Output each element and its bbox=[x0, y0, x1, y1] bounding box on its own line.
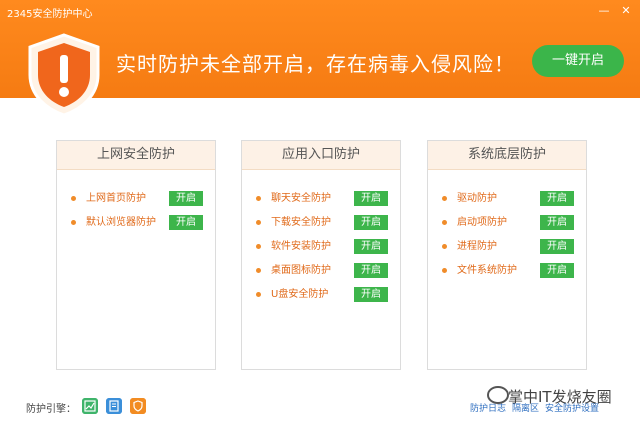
item-label: 桌面图标防护 bbox=[271, 265, 331, 276]
app-title: 2345安全防护中心 bbox=[7, 9, 93, 20]
risk-warning-text: 实时防护未全部开启，存在病毒入侵风险！ bbox=[116, 52, 515, 76]
bullet-dot bbox=[256, 292, 261, 297]
shield-icon[interactable] bbox=[130, 398, 146, 414]
enable-button[interactable]: 开启 bbox=[354, 215, 388, 230]
watermark-chat-icon bbox=[487, 386, 509, 404]
warning-shield-icon bbox=[28, 33, 100, 117]
list-item: 默认浏览器防护 开启 bbox=[57, 211, 215, 235]
item-label: 进程防护 bbox=[457, 241, 497, 252]
list-item: 桌面图标防护 开启 bbox=[242, 259, 400, 283]
item-label: 聊天安全防护 bbox=[271, 193, 331, 204]
panel-app-entry-protection: 应用入口防护 聊天安全防护 开启 下载安全防护 开启 软件安装防护 开启 桌面图标防护… bbox=[241, 140, 401, 370]
bullet-dot bbox=[442, 196, 447, 201]
minimize-button[interactable]: — bbox=[596, 4, 612, 18]
chart-icon[interactable] bbox=[82, 398, 98, 414]
list-item: 启动项防护 开启 bbox=[428, 211, 586, 235]
enable-button[interactable]: 开启 bbox=[354, 287, 388, 302]
bullet-dot bbox=[442, 220, 447, 225]
list-item: 进程防护 开启 bbox=[428, 235, 586, 259]
item-label: 上网首页防护 bbox=[86, 193, 146, 204]
bullet-dot bbox=[71, 220, 76, 225]
enable-button[interactable]: 开启 bbox=[354, 263, 388, 278]
enable-button[interactable]: 开启 bbox=[169, 191, 203, 206]
item-label: U盘安全防护 bbox=[271, 289, 329, 300]
watermark-text: 掌中IT发烧友圈 bbox=[508, 388, 612, 406]
panel-title: 应用入口防护 bbox=[242, 141, 400, 170]
item-label: 启动项防护 bbox=[457, 217, 507, 228]
enable-button[interactable]: 开启 bbox=[354, 239, 388, 254]
enable-button[interactable]: 开启 bbox=[540, 215, 574, 230]
bullet-dot bbox=[442, 268, 447, 273]
item-label: 驱动防护 bbox=[457, 193, 497, 204]
list-item: 驱动防护 开启 bbox=[428, 187, 586, 211]
panel-system-protection: 系统底层防护 驱动防护 开启 启动项防护 开启 进程防护 开启 文件系统防护 开启 bbox=[427, 140, 587, 370]
list-item: 文件系统防护 开启 bbox=[428, 259, 586, 283]
panel-title: 系统底层防护 bbox=[428, 141, 586, 170]
protection-log-link[interactable]: 防护日志 bbox=[470, 404, 506, 414]
enable-button[interactable]: 开启 bbox=[354, 191, 388, 206]
close-button[interactable]: ✕ bbox=[618, 4, 634, 18]
panel-title: 上网安全防护 bbox=[57, 141, 215, 170]
list-item: U盘安全防护 开启 bbox=[242, 283, 400, 307]
enable-button[interactable]: 开启 bbox=[540, 239, 574, 254]
document-icon[interactable] bbox=[106, 398, 122, 414]
bullet-dot bbox=[71, 196, 76, 201]
item-label: 软件安装防护 bbox=[271, 241, 331, 252]
bullet-dot bbox=[256, 220, 261, 225]
panel-web-protection: 上网安全防护 上网首页防护 开启 默认浏览器防护 开启 bbox=[56, 140, 216, 370]
item-label: 默认浏览器防护 bbox=[86, 217, 156, 228]
enable-button[interactable]: 开启 bbox=[540, 263, 574, 278]
bullet-dot bbox=[442, 244, 447, 249]
list-item: 聊天安全防护 开启 bbox=[242, 187, 400, 211]
engine-label: 防护引擎： bbox=[26, 404, 76, 415]
bullet-dot bbox=[256, 196, 261, 201]
list-item: 软件安装防护 开启 bbox=[242, 235, 400, 259]
header-bar: 2345安全防护中心 — ✕ 实时防护未全部开启，存在病毒入侵风险！ 一键开启 bbox=[0, 0, 640, 117]
bullet-dot bbox=[256, 244, 261, 249]
enable-button[interactable]: 开启 bbox=[540, 191, 574, 206]
item-label: 文件系统防护 bbox=[457, 265, 517, 276]
enable-all-button[interactable]: 一键开启 bbox=[532, 45, 624, 77]
list-item: 下载安全防护 开启 bbox=[242, 211, 400, 235]
item-label: 下载安全防护 bbox=[271, 217, 331, 228]
bullet-dot bbox=[256, 268, 261, 273]
list-item: 上网首页防护 开启 bbox=[57, 187, 215, 211]
enable-button[interactable]: 开启 bbox=[169, 215, 203, 230]
